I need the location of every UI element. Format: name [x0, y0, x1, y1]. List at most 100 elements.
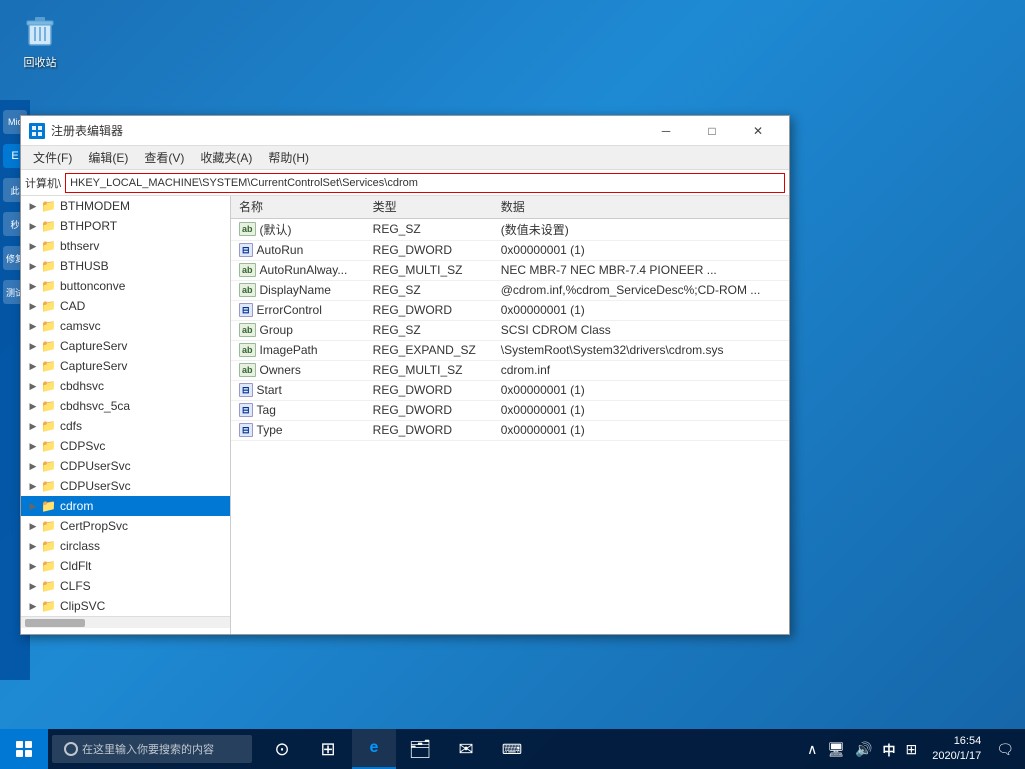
tree-hscroll-thumb — [25, 619, 85, 627]
address-bar: 计算机\ — [21, 170, 789, 196]
value-type-icon: ab — [239, 343, 256, 357]
notification-button[interactable]: 🗨 — [993, 739, 1017, 760]
value-name: (默认) — [260, 221, 292, 238]
tree-label: CLFS — [60, 579, 91, 593]
tree-arrow: ▶ — [25, 361, 41, 372]
taskbar-apps: ⊙ ⊞ e 🗂 ✉ ⌨ — [260, 729, 534, 769]
cell-data: (数值未设置) — [493, 218, 789, 240]
edge-button[interactable]: e — [352, 729, 396, 769]
tree-arrow: ▶ — [25, 521, 41, 532]
tree-item-certpropsvc[interactable]: ▶ 📁 CertPropSvc — [21, 516, 230, 536]
tree-label: BTHPORT — [60, 219, 117, 233]
task-view-button[interactable]: ⊙ — [260, 729, 304, 769]
tree-item-cdrom[interactable]: ▶ 📁 cdrom — [21, 496, 230, 516]
tree-item-bthmodem[interactable]: ▶ 📁 BTHMODEM — [21, 196, 230, 216]
tree-label: buttonconve — [60, 279, 125, 293]
tree-label: CDPUserSvc — [60, 479, 131, 493]
folder-icon: 📁 — [41, 219, 57, 233]
menu-view[interactable]: 查看(V) — [136, 147, 192, 168]
tree-label: bthserv — [60, 239, 99, 253]
tree-item-cdfs[interactable]: ▶ 📁 cdfs — [21, 416, 230, 436]
tray-ime[interactable]: 中 — [880, 738, 899, 761]
table-row[interactable]: ab AutoRunAlway... REG_MULTI_SZ NEC MBR-… — [231, 260, 789, 280]
cell-type: REG_MULTI_SZ — [365, 360, 493, 380]
registry-tree[interactable]: ▶ 📁 BTHMODEM ▶ 📁 BTHPORT ▶ 📁 bthserv ▶ 📁… — [21, 196, 231, 634]
cell-type: REG_DWORD — [365, 420, 493, 440]
menu-edit[interactable]: 编辑(E) — [80, 147, 136, 168]
cell-name: ab Owners — [231, 360, 365, 380]
network-button[interactable]: ⌨ — [490, 729, 534, 769]
cell-type: REG_MULTI_SZ — [365, 260, 493, 280]
table-row[interactable]: ab ImagePath REG_EXPAND_SZ \SystemRoot\S… — [231, 340, 789, 360]
taskbar: 在这里输入你要搜索的内容 ⊙ ⊞ e 🗂 ✉ ⌨ ∧ 🖥 🔊 中 ⊞ 16:54… — [0, 729, 1025, 769]
tree-item-captureserv2[interactable]: ▶ 📁 CaptureServ — [21, 356, 230, 376]
registry-table: 名称 类型 数据 ab (默认) REG_SZ (数值未设置) ⊟ AutoRu… — [231, 196, 789, 441]
tree-arrow: ▶ — [25, 281, 41, 292]
tree-item-buttonconve[interactable]: ▶ 📁 buttonconve — [21, 276, 230, 296]
table-row[interactable]: ab (默认) REG_SZ (数值未设置) — [231, 218, 789, 240]
tree-item-cad[interactable]: ▶ 📁 CAD — [21, 296, 230, 316]
tree-arrow: ▶ — [25, 461, 41, 472]
tree-hscroll[interactable] — [21, 616, 230, 628]
folder-icon: 📁 — [41, 519, 57, 533]
close-button[interactable]: ✕ — [735, 116, 781, 146]
tree-item-camsvc[interactable]: ▶ 📁 camsvc — [21, 316, 230, 336]
tree-item-captureserv1[interactable]: ▶ 📁 CaptureServ — [21, 336, 230, 356]
table-row[interactable]: ⊟ AutoRun REG_DWORD 0x00000001 (1) — [231, 240, 789, 260]
table-row[interactable]: ab Owners REG_MULTI_SZ cdrom.inf — [231, 360, 789, 380]
tree-arrow: ▶ — [25, 401, 41, 412]
taskbar-search-box[interactable]: 在这里输入你要搜索的内容 — [52, 735, 252, 763]
tray-chevron[interactable]: ∧ — [804, 739, 820, 760]
menu-favorites[interactable]: 收藏夹(A) — [192, 147, 260, 168]
tree-arrow: ▶ — [25, 321, 41, 332]
tree-item-bthport[interactable]: ▶ 📁 BTHPORT — [21, 216, 230, 236]
value-type-icon: ab — [239, 222, 256, 236]
tree-label: cbdhsvc — [60, 379, 104, 393]
start-button[interactable] — [0, 729, 48, 769]
tray-input-mode[interactable]: ⊞ — [903, 739, 921, 760]
tree-item-cdpusersvc2[interactable]: ▶ 📁 CDPUserSvc — [21, 476, 230, 496]
taskbar-grid-button[interactable]: ⊞ — [306, 729, 350, 769]
tree-item-cldflt[interactable]: ▶ 📁 CldFlt — [21, 556, 230, 576]
tree-label: ClipSVC — [60, 599, 105, 613]
address-input[interactable] — [65, 173, 785, 193]
mail-button[interactable]: ✉ — [444, 729, 488, 769]
registry-values-panel[interactable]: 名称 类型 数据 ab (默认) REG_SZ (数值未设置) ⊟ AutoRu… — [231, 196, 789, 634]
tree-item-cdpsvc[interactable]: ▶ 📁 CDPSvc — [21, 436, 230, 456]
tray-network[interactable]: 🖥 — [824, 739, 848, 760]
value-type-icon: ab — [239, 363, 256, 377]
folder-icon: 📁 — [41, 599, 57, 613]
cell-data: 0x00000001 (1) — [493, 400, 789, 420]
table-row[interactable]: ⊟ Tag REG_DWORD 0x00000001 (1) — [231, 400, 789, 420]
tree-item-clfs[interactable]: ▶ 📁 CLFS — [21, 576, 230, 596]
minimize-button[interactable]: ─ — [643, 116, 689, 146]
tree-item-cbdhsvc[interactable]: ▶ 📁 cbdhsvc — [21, 376, 230, 396]
tree-arrow: ▶ — [25, 561, 41, 572]
tree-arrow: ▶ — [25, 221, 41, 232]
tree-item-bthusb[interactable]: ▶ 📁 BTHUSB — [21, 256, 230, 276]
taskbar-clock[interactable]: 16:54 2020/1/17 — [924, 734, 989, 765]
tray-volume[interactable]: 🔊 — [852, 739, 875, 760]
value-name: Start — [257, 383, 282, 397]
table-row[interactable]: ⊟ Type REG_DWORD 0x00000001 (1) — [231, 420, 789, 440]
menu-help[interactable]: 帮助(H) — [260, 147, 317, 168]
recycle-bin-icon[interactable]: 回收站 — [10, 10, 70, 70]
tree-item-circlass[interactable]: ▶ 📁 circlass — [21, 536, 230, 556]
search-icon — [64, 742, 78, 756]
file-explorer-button[interactable]: 🗂 — [398, 729, 442, 769]
tree-item-cbdhsvc5ca[interactable]: ▶ 📁 cbdhsvc_5ca — [21, 396, 230, 416]
tree-item-clipsvc[interactable]: ▶ 📁 ClipSVC — [21, 596, 230, 616]
table-row[interactable]: ⊟ Start REG_DWORD 0x00000001 (1) — [231, 380, 789, 400]
table-row[interactable]: ⊟ ErrorControl REG_DWORD 0x00000001 (1) — [231, 300, 789, 320]
tree-item-cdpusersvc1[interactable]: ▶ 📁 CDPUserSvc — [21, 456, 230, 476]
tree-item-bthserv[interactable]: ▶ 📁 bthserv — [21, 236, 230, 256]
table-row[interactable]: ab DisplayName REG_SZ @cdrom.inf,%cdrom_… — [231, 280, 789, 300]
tree-label: BTHUSB — [60, 259, 109, 273]
cell-name: ⊟ ErrorControl — [231, 300, 365, 320]
table-row[interactable]: ab Group REG_SZ SCSI CDROM Class — [231, 320, 789, 340]
registry-editor-window: 注册表编辑器 ─ □ ✕ 文件(F) 编辑(E) 查看(V) 收藏夹(A) 帮助… — [20, 115, 790, 635]
menu-file[interactable]: 文件(F) — [25, 147, 80, 168]
tree-arrow: ▶ — [25, 441, 41, 452]
maximize-button[interactable]: □ — [689, 116, 735, 146]
cell-data: 0x00000001 (1) — [493, 300, 789, 320]
